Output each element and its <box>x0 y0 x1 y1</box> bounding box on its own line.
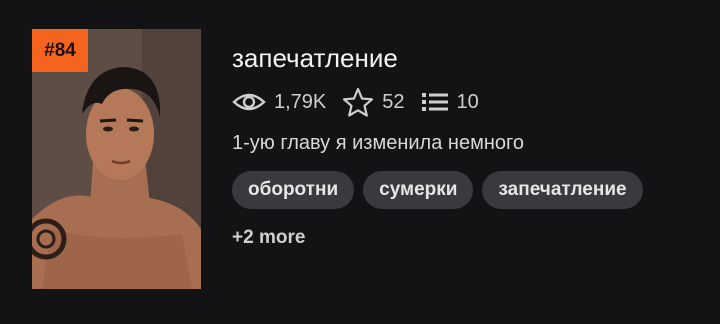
more-tags-link[interactable]: +2 more <box>232 226 305 250</box>
story-stats: 1,79K 52 10 <box>232 86 495 118</box>
parts-stat: 10 <box>421 91 479 114</box>
tag-chip[interactable]: сумерки <box>363 171 474 209</box>
eye-icon <box>232 93 266 111</box>
rank-badge: #84 <box>32 29 88 72</box>
tag-chip[interactable]: оборотни <box>232 171 355 209</box>
votes-stat: 52 <box>342 87 405 117</box>
parts-count: 10 <box>456 90 479 113</box>
story-title[interactable]: запечатление <box>232 42 398 74</box>
reads-count: 1,79K <box>274 90 327 113</box>
story-card[interactable]: #84 запечатление 1,79K 52 10 1-ую главу … <box>0 0 720 324</box>
cover-image[interactable]: #84 <box>32 29 201 289</box>
story-description: 1-ую главу я изменила немного <box>232 132 524 154</box>
list-icon <box>421 93 448 111</box>
tag-list: оборотни сумерки запечатление <box>232 171 652 209</box>
reads-stat: 1,79K <box>232 91 326 114</box>
votes-count: 52 <box>382 90 405 113</box>
tag-chip[interactable]: запечатление <box>482 171 643 209</box>
star-icon <box>343 87 374 117</box>
